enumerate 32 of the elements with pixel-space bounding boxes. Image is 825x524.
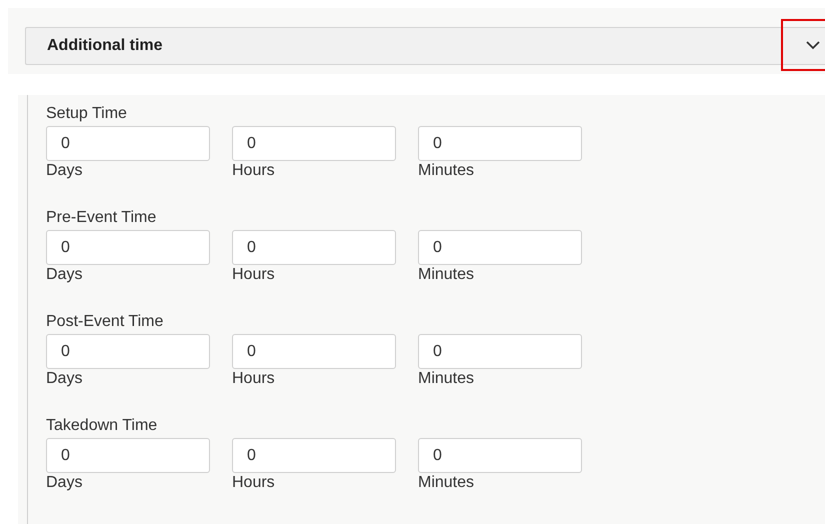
unit-label: Minutes (418, 369, 474, 389)
input-field[interactable]: 0 (46, 334, 210, 369)
field-label: Setup Time (46, 104, 128, 124)
unit-label: Hours (232, 265, 275, 285)
unit-label: Hours (232, 369, 275, 389)
input-field[interactable]: 0 (46, 230, 210, 265)
field-label: Post-Event Time (46, 312, 164, 332)
section-header[interactable]: Additional time (25, 27, 825, 65)
input-field[interactable]: 0 (418, 230, 582, 265)
input-field[interactable]: 0 (232, 230, 396, 265)
unit-label: Hours (232, 161, 275, 181)
input-field[interactable]: 0 (46, 126, 210, 161)
input-field[interactable]: 0 (46, 438, 210, 473)
unit-label: Minutes (418, 473, 474, 493)
section-title: Additional time (47, 37, 163, 55)
input-field[interactable]: 0 (418, 438, 582, 473)
input-field[interactable]: 0 (232, 438, 396, 473)
unit-label: Minutes (418, 265, 474, 285)
input-field[interactable]: 0 (232, 334, 396, 369)
unit-label: Days (46, 369, 82, 389)
unit-label: Minutes (418, 161, 474, 181)
field-label: Takedown Time (46, 416, 158, 436)
collapse-toggle[interactable] (781, 19, 825, 71)
field-label: Pre-Event Time (46, 208, 158, 228)
unit-label: Hours (232, 473, 275, 493)
input-field[interactable]: 0 (418, 126, 582, 161)
input-field[interactable]: 0 (232, 126, 396, 161)
unit-label: Days (46, 473, 82, 493)
chevron-icon (806, 40, 820, 50)
unit-label: Days (46, 265, 82, 285)
input-field[interactable]: 0 (418, 334, 582, 369)
unit-label: Days (46, 161, 82, 181)
